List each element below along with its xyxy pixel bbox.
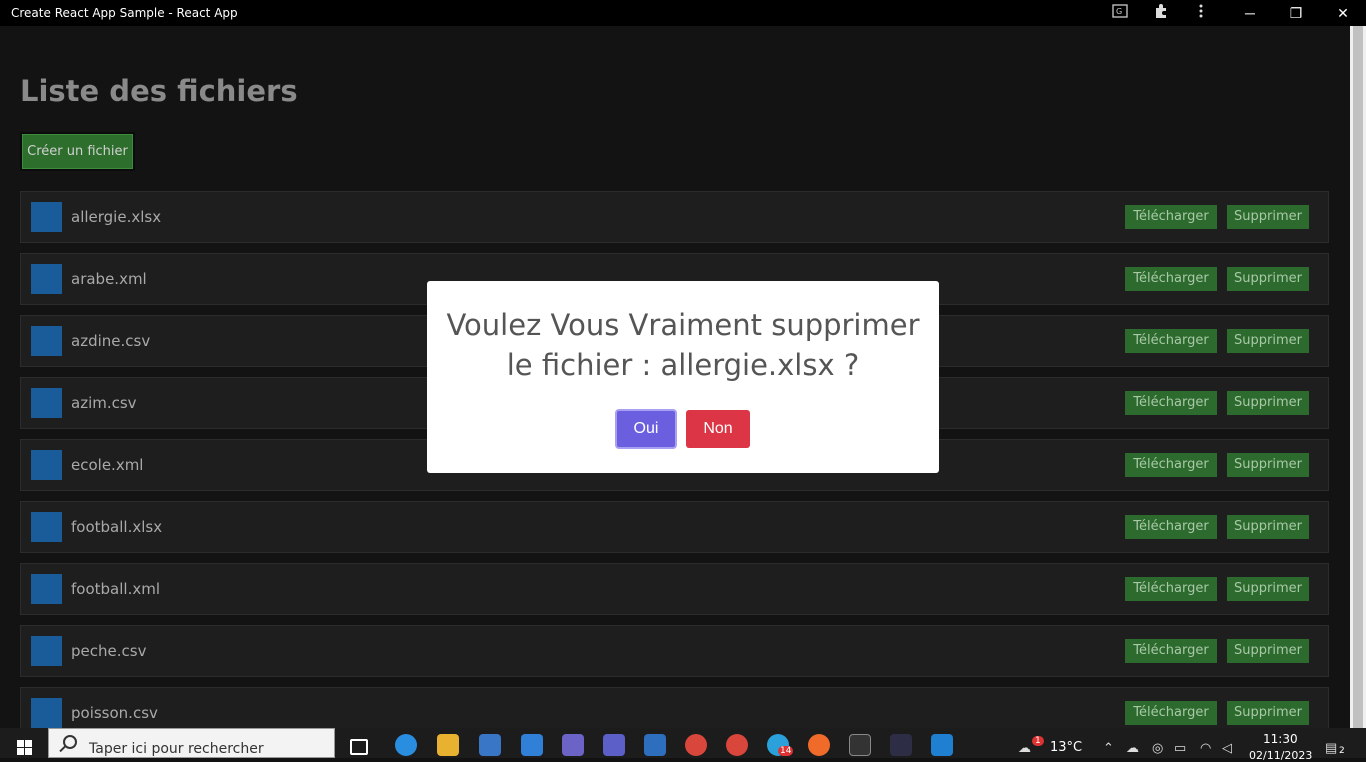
vscode-icon[interactable] (931, 734, 953, 756)
file-icon (31, 264, 62, 294)
mail-icon[interactable] (521, 734, 543, 756)
powershell-icon[interactable] (644, 734, 666, 756)
file-name: ecole.xml (71, 456, 144, 474)
delete-button[interactable]: Supprimer (1227, 329, 1309, 353)
windows-start-button[interactable] (0, 728, 48, 758)
file-row: allergie.xlsx Télécharger Supprimer (20, 191, 1329, 243)
dialog-message-line1: Voulez Vous Vraiment supprimer (446, 308, 920, 342)
delete-button[interactable]: Supprimer (1227, 205, 1309, 229)
file-name: allergie.xlsx (71, 208, 162, 226)
onedrive-icon[interactable]: ☁ (1126, 740, 1139, 756)
download-button[interactable]: Télécharger (1125, 391, 1217, 415)
file-icon (31, 202, 62, 232)
file-name: azdine.csv (71, 332, 151, 350)
chrome-icon[interactable] (685, 734, 707, 756)
file-icon (31, 388, 62, 418)
svg-text:G: G (1116, 7, 1122, 16)
minimize-button[interactable]: ─ (1227, 0, 1273, 26)
file-name: football.xml (71, 580, 160, 598)
window-title: Create React App Sample - React App (11, 6, 238, 20)
search-placeholder: Taper ici pour rechercher (89, 741, 264, 757)
delete-button[interactable]: Supprimer (1227, 267, 1309, 291)
weather-icon[interactable]: ☁ (1018, 740, 1031, 756)
clock-date[interactable]: 02/11/2023 (1249, 749, 1312, 762)
page-scrollbar[interactable] (1350, 26, 1366, 728)
terminal-icon[interactable] (849, 734, 871, 756)
file-name: arabe.xml (71, 270, 147, 288)
battery-icon[interactable]: ▭ (1174, 740, 1186, 756)
restore-button[interactable]: ❐ (1273, 0, 1319, 26)
file-icon (31, 450, 62, 480)
more-options-icon[interactable] (1191, 3, 1211, 23)
copilot-icon[interactable] (562, 734, 584, 756)
file-row: football.xlsx Télécharger Supprimer (20, 501, 1329, 553)
clock-time[interactable]: 11:30 (1263, 732, 1298, 746)
download-button[interactable]: Télécharger (1125, 639, 1217, 663)
file-icon (31, 574, 62, 604)
search-icon (63, 735, 77, 749)
download-button[interactable]: Télécharger (1125, 205, 1217, 229)
postman-icon[interactable] (808, 734, 830, 756)
notifications-icon[interactable]: ▤ (1325, 740, 1337, 756)
extensions-icon[interactable] (1151, 3, 1171, 23)
delete-button[interactable]: Supprimer (1227, 577, 1309, 601)
file-row: poisson.csv Télécharger Supprimer (20, 687, 1329, 728)
notification-count: 2 (1339, 746, 1345, 756)
volume-icon[interactable]: ◁ (1222, 740, 1232, 756)
delete-confirm-dialog: Voulez Vous Vraiment supprimer le fichie… (427, 281, 939, 473)
download-button[interactable]: Télécharger (1125, 329, 1217, 353)
window-titlebar: Create React App Sample - React App G ─ … (0, 0, 1366, 26)
dialog-message-line2: le fichier : allergie.xlsx ? (506, 348, 860, 382)
translate-icon[interactable]: G (1110, 3, 1130, 23)
task-view-icon[interactable] (350, 739, 368, 755)
create-file-button[interactable]: Créer un fichier (20, 132, 135, 171)
react-devtools-icon[interactable] (890, 734, 912, 756)
file-row: football.xml Télécharger Supprimer (20, 563, 1329, 615)
file-explorer-icon[interactable] (437, 734, 459, 756)
chevron-up-icon[interactable]: ⌃ (1103, 740, 1114, 756)
page-title: Liste des fichiers (20, 74, 298, 108)
file-icon (31, 698, 62, 728)
edge-icon[interactable] (395, 734, 417, 756)
confirm-yes-button[interactable]: Oui (615, 409, 677, 449)
download-button[interactable]: Télécharger (1125, 515, 1217, 539)
file-icon (31, 512, 62, 542)
store-icon[interactable] (479, 734, 501, 756)
chrome-profile-icon[interactable] (726, 734, 748, 756)
delete-button[interactable]: Supprimer (1227, 391, 1309, 415)
delete-button[interactable]: Supprimer (1227, 453, 1309, 477)
telegram-badge: 14 (778, 746, 794, 756)
taskbar-search-input[interactable]: Taper ici pour rechercher (48, 728, 335, 758)
temperature: 13°C (1050, 740, 1083, 755)
download-button[interactable]: Télécharger (1125, 577, 1217, 601)
file-name: poisson.csv (71, 704, 158, 722)
file-name: peche.csv (71, 642, 147, 660)
delete-button[interactable]: Supprimer (1227, 515, 1309, 539)
file-icon (31, 636, 62, 666)
download-button[interactable]: Télécharger (1125, 701, 1217, 725)
teams-icon[interactable] (603, 734, 625, 756)
camera-icon[interactable]: ◎ (1152, 740, 1163, 756)
taskbar: Taper ici pour rechercher 14 ☁ 1 13°C ⌃ … (0, 728, 1366, 762)
download-button[interactable]: Télécharger (1125, 453, 1217, 477)
delete-button[interactable]: Supprimer (1227, 639, 1309, 663)
confirm-no-button[interactable]: Non (686, 410, 750, 448)
delete-button[interactable]: Supprimer (1227, 701, 1309, 725)
wifi-icon[interactable]: ◠ (1200, 740, 1211, 756)
close-button[interactable]: ✕ (1320, 0, 1366, 26)
weather-badge: 1 (1032, 736, 1044, 746)
download-button[interactable]: Télécharger (1125, 267, 1217, 291)
dialog-message: Voulez Vous Vraiment supprimer le fichie… (427, 305, 939, 385)
file-icon (31, 326, 62, 356)
file-row: peche.csv Télécharger Supprimer (20, 625, 1329, 677)
scrollbar-thumb[interactable] (1353, 26, 1363, 728)
file-name: football.xlsx (71, 518, 163, 536)
file-name: azim.csv (71, 394, 137, 412)
